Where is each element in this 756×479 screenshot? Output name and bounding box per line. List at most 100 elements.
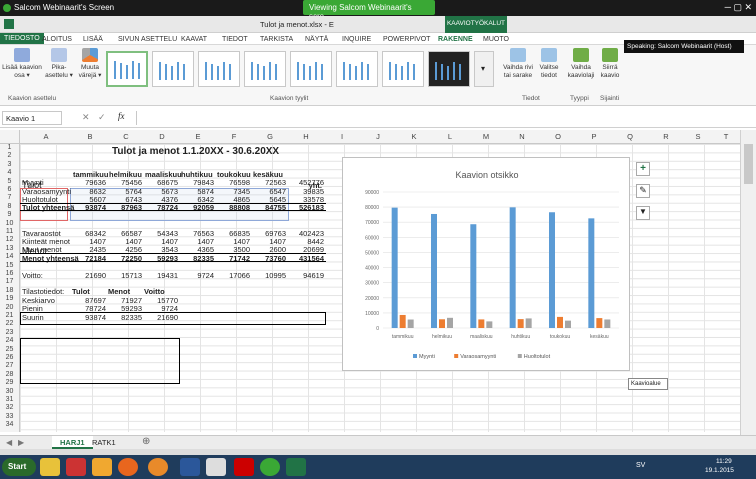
row-header-34[interactable]: 34 xyxy=(0,421,19,428)
tab-powerpivot[interactable]: POWERPIVOT xyxy=(383,36,430,43)
row-header-24[interactable]: 24 xyxy=(0,337,19,344)
col-header-p[interactable]: P xyxy=(576,132,612,141)
start-button[interactable]: Start xyxy=(2,458,36,476)
row-header-12[interactable]: 12 xyxy=(0,236,19,243)
col-header-k[interactable]: K xyxy=(396,132,432,141)
row-header-14[interactable]: 14 xyxy=(0,253,19,260)
col-header-s[interactable]: S xyxy=(684,132,712,141)
tab-nav-left-icon[interactable]: ◀ xyxy=(6,438,12,447)
tab-file[interactable]: TIEDOSTO xyxy=(0,33,44,44)
tab-page-layout[interactable]: SIVUN ASETTELU xyxy=(118,36,177,43)
row-header-13[interactable]: 13 xyxy=(0,245,19,252)
row-header-21[interactable]: 21 xyxy=(0,312,19,319)
tab-data[interactable]: TIEDOT xyxy=(222,36,248,43)
row-header-19[interactable]: 19 xyxy=(0,295,19,302)
add-chart-element-button[interactable]: Lisää kaavion osa ▾ xyxy=(2,48,42,80)
row-header-17[interactable]: 17 xyxy=(0,278,19,285)
row-header-25[interactable]: 25 xyxy=(0,346,19,353)
chart-area[interactable]: Kaavion otsikko 0 10000 20000 30000 40000 5000… xyxy=(342,157,630,371)
window-controls[interactable]: ─ ▢ ✕ xyxy=(725,2,752,13)
change-colors-button[interactable]: Muuta värejä ▾ xyxy=(78,48,102,80)
webinar-icon[interactable] xyxy=(260,458,280,476)
tab-view[interactable]: NÄYTÄ xyxy=(305,36,328,43)
select-all-corner[interactable] xyxy=(0,130,20,144)
vertical-scrollbar[interactable] xyxy=(740,130,756,435)
tab-format[interactable]: MUOTO xyxy=(483,36,509,43)
stats-value[interactable]: 21690 xyxy=(144,313,178,322)
excel-taskbar-icon[interactable] xyxy=(286,458,306,476)
chart-style-4[interactable] xyxy=(244,51,286,87)
row-header-33[interactable]: 33 xyxy=(0,413,19,420)
col-header-m[interactable]: M xyxy=(468,132,504,141)
acrobat-icon[interactable] xyxy=(234,458,254,476)
col-header-q[interactable]: Q xyxy=(612,132,648,141)
media-icon[interactable] xyxy=(92,458,112,476)
row-header-6[interactable]: 6 xyxy=(0,186,19,193)
tab-review[interactable]: TARKISTA xyxy=(260,36,293,43)
stats-value[interactable]: 82335 xyxy=(108,313,142,322)
switch-row-column-button[interactable]: Vaihda rivi tai sarake xyxy=(502,48,534,80)
row-header-3[interactable]: 3 xyxy=(0,161,19,168)
row-header-23[interactable]: 23 xyxy=(0,329,19,336)
formula-input[interactable] xyxy=(136,111,736,125)
select-data-button[interactable]: Valitse tiedot xyxy=(536,48,562,80)
col-header-e[interactable]: E xyxy=(180,132,216,141)
row-header-32[interactable]: 32 xyxy=(0,404,19,411)
cell-value[interactable]: 17066 xyxy=(216,271,250,280)
col-header-f[interactable]: F xyxy=(216,132,252,141)
chart-style-8[interactable] xyxy=(428,51,470,87)
col-header-l[interactable]: L xyxy=(432,132,468,141)
tab-nav-right-icon[interactable]: ▶ xyxy=(18,438,24,447)
col-header-b[interactable]: B xyxy=(72,132,108,141)
sheet-title[interactable]: Tulot ja menot 1.1.20XX - 30.6.20XX xyxy=(112,146,279,157)
col-header-r[interactable]: R xyxy=(648,132,684,141)
row-header-18[interactable]: 18 xyxy=(0,287,19,294)
col-header-o[interactable]: O xyxy=(540,132,576,141)
sheet-tab-harj1[interactable]: HARJ1 xyxy=(52,436,93,449)
col-header-t[interactable]: T xyxy=(712,132,740,141)
row-header-8[interactable]: 8 xyxy=(0,203,19,210)
col-header-a[interactable]: A xyxy=(20,132,72,141)
cell-value[interactable]: 15713 xyxy=(108,271,142,280)
language-indicator[interactable]: SV xyxy=(636,462,645,469)
row-label[interactable]: Voitto: xyxy=(22,271,43,280)
explorer-icon[interactable] xyxy=(40,458,60,476)
cell-value[interactable]: 21690 xyxy=(72,271,106,280)
chart-style-2[interactable] xyxy=(152,51,194,87)
row-header-22[interactable]: 22 xyxy=(0,320,19,327)
row-header-20[interactable]: 20 xyxy=(0,304,19,311)
quick-layout-button[interactable]: Pika-asettelu ▾ xyxy=(44,48,74,80)
col-header-j[interactable]: J xyxy=(360,132,396,141)
row-header-29[interactable]: 29 xyxy=(0,379,19,386)
app-icon-1[interactable] xyxy=(66,458,86,476)
word-icon[interactable] xyxy=(180,458,200,476)
row-header-31[interactable]: 31 xyxy=(0,396,19,403)
change-chart-type-button[interactable]: Vaihda kaaviolaji xyxy=(566,48,596,80)
row-header-5[interactable]: 5 xyxy=(0,178,19,185)
clock-date[interactable]: 19.1.2015 xyxy=(705,467,734,474)
row-header-1[interactable]: 1 xyxy=(0,144,19,151)
sheet-tab-ratk1[interactable]: RATK1 xyxy=(92,438,116,447)
row-header-11[interactable]: 11 xyxy=(0,228,19,235)
row-header-10[interactable]: 10 xyxy=(0,220,19,227)
name-box[interactable]: Kaavio 1 xyxy=(2,111,62,125)
firefox-icon[interactable] xyxy=(118,458,138,476)
tab-home[interactable]: ALOITUS xyxy=(42,36,72,43)
chart-style-5[interactable] xyxy=(290,51,332,87)
col-header-i[interactable]: I xyxy=(324,132,360,141)
fx-icon[interactable]: fx xyxy=(118,111,125,121)
styles-more-button[interactable]: ▾ xyxy=(474,51,494,87)
scrollbar-thumb[interactable] xyxy=(744,144,753,184)
col-header-n[interactable]: N xyxy=(504,132,540,141)
row-header-15[interactable]: 15 xyxy=(0,262,19,269)
row-header-9[interactable]: 9 xyxy=(0,211,19,218)
tab-inquire[interactable]: INQUIRE xyxy=(342,36,371,43)
cell-value[interactable]: 19431 xyxy=(144,271,178,280)
new-sheet-plus-icon[interactable]: ⊕ xyxy=(142,436,150,447)
col-header-c[interactable]: C xyxy=(108,132,144,141)
chart-elements-plus-icon[interactable]: + xyxy=(636,162,650,176)
row-header-27[interactable]: 27 xyxy=(0,362,19,369)
row-header-16[interactable]: 16 xyxy=(0,270,19,277)
tab-insert[interactable]: LISÄÄ xyxy=(83,36,103,43)
cell-value[interactable]: 10995 xyxy=(252,271,286,280)
